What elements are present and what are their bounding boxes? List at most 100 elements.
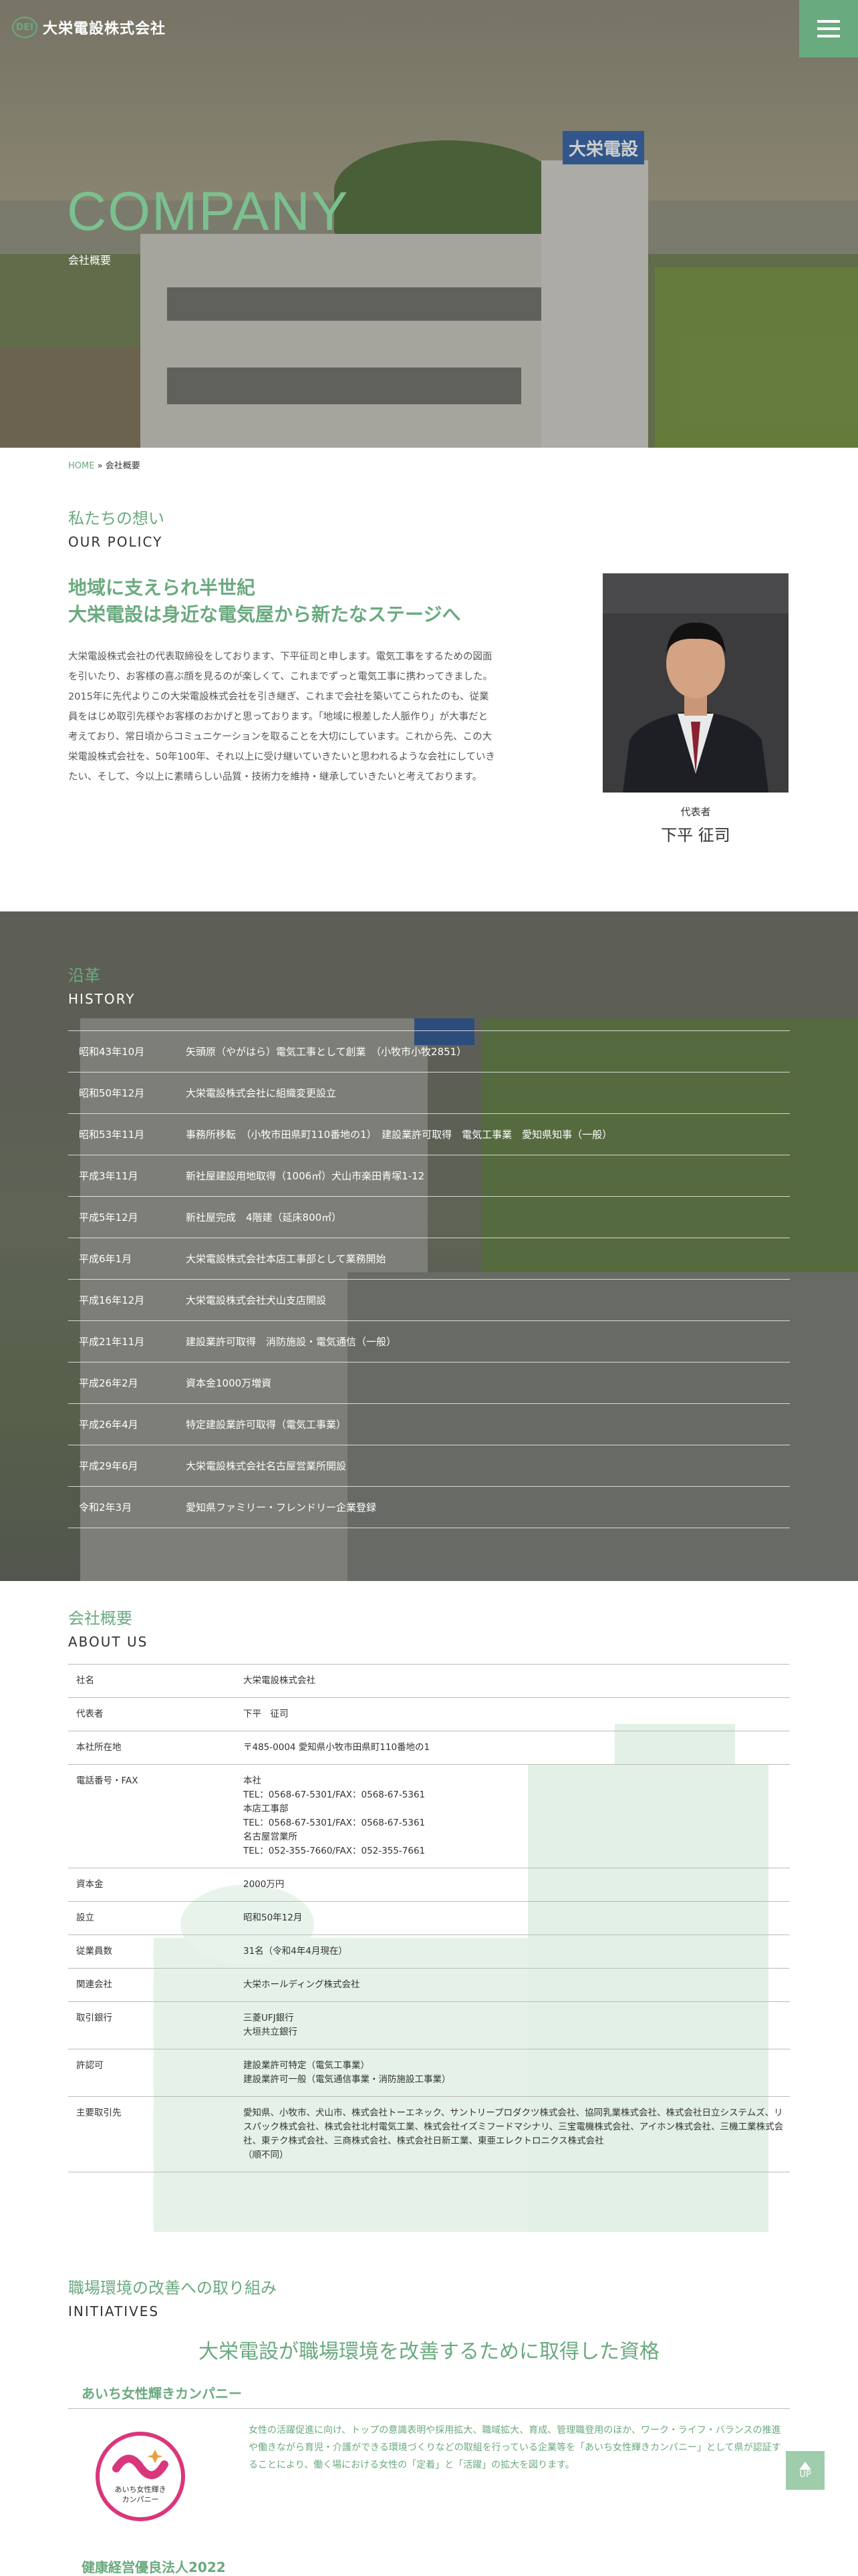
about-row: 設立 昭和50年12月 xyxy=(68,1901,790,1935)
history-event: 資本金1000万増資 xyxy=(186,1377,272,1389)
breadcrumb-current: 会社概要 xyxy=(105,461,140,471)
about-label: 設立 xyxy=(76,1912,94,1923)
about-heading: 会社概要 ABOUT US xyxy=(68,1605,148,1650)
about-row: 主要取引先 愛知県、小牧市、犬山市、株式会社トーエネック、サントリープロダクツ株式… xyxy=(68,2096,790,2172)
about-row: 本社所在地 〒485-0004 愛知県小牧市田県町110番地の1 xyxy=(68,1731,790,1764)
history-date: 昭和43年10月 xyxy=(79,1046,145,1058)
about-table: 社名 大栄電設株式会社代表者 下平 征司本社所在地 〒485-0004 愛知県小牧市田… xyxy=(68,1664,790,2172)
history-event: 大栄電設株式会社犬山支店開設 xyxy=(186,1294,327,1306)
history-event: 矢頭原（やがはら）電気工事として創業 （小牧市小牧2851） xyxy=(186,1046,467,1058)
history-event: 愛知県ファミリー・フレンドリー企業登録 xyxy=(186,1501,377,1514)
initiatives-heading: 職場環境の改善への取り組み INITIATIVES xyxy=(68,2275,277,2319)
about-value: 本社 TEL：0568-67-5301/FAX：0568-67-5361 本店工… xyxy=(243,1775,426,1856)
representative-name: 下平 征司 xyxy=(661,826,730,845)
history-row: 昭和50年12月 大栄電設株式会社に組織変更設立 xyxy=(68,1072,790,1113)
arrow-up-icon xyxy=(799,2461,811,2470)
history-title-en: HISTORY xyxy=(68,991,136,1007)
history-date: 平成6年1月 xyxy=(79,1253,132,1265)
about-label: 許認可 xyxy=(76,2060,104,2071)
aichi-description: 女性の活躍促進に向け、トップの意識表明や採用拡大、職域拡大、育成、管理職登用のほ… xyxy=(249,2425,781,2470)
about-value: 下平 征司 xyxy=(243,1709,289,1719)
site-logo[interactable]: DEI 大栄電設株式会社 xyxy=(12,16,166,39)
history-date: 昭和53年11月 xyxy=(79,1129,145,1141)
about-value: 大栄電設株式会社 xyxy=(243,1675,315,1686)
aichi-logo-text: あいち女性輝き xyxy=(114,2485,166,2494)
history-row: 平成16年12月 大栄電設株式会社犬山支店開設 xyxy=(68,1279,790,1320)
about-row: 代表者 下平 征司 xyxy=(68,1697,790,1731)
history-row: 平成26年2月 資本金1000万増資 xyxy=(68,1362,790,1403)
scroll-up-button[interactable]: UP xyxy=(786,2451,825,2490)
history-date: 令和2年3月 xyxy=(79,1501,132,1514)
about-label: 主要取引先 xyxy=(76,2108,122,2118)
about-value: 2000万円 xyxy=(243,1879,285,1890)
about-value: 大栄ホールディング株式会社 xyxy=(243,1979,360,1990)
about-row: 社名 大栄電設株式会社 xyxy=(68,1664,790,1697)
history-date: 平成5年12月 xyxy=(79,1211,138,1224)
history-date: 昭和50年12月 xyxy=(79,1087,145,1099)
breadcrumb-separator: » xyxy=(97,461,103,471)
about-value: 昭和50年12月 xyxy=(243,1912,303,1923)
policy-body: 大栄電設株式会社の代表取締役をしております、下平征司と申します。電気工事をするた… xyxy=(68,652,496,782)
about-value: 三菱UFJ銀行 大垣共立銀行 xyxy=(243,2013,297,2037)
about-value: 愛知県、小牧市、犬山市、株式会社トーエネック、サントリープロダクツ株式会社、協同… xyxy=(243,2108,784,2160)
about-label: 資本金 xyxy=(76,1879,104,1890)
history-date: 平成26年4月 xyxy=(79,1419,138,1431)
policy-title-ja: 私たちの想い xyxy=(68,509,164,528)
about-row: 関連会社 大栄ホールディング株式会社 xyxy=(68,1968,790,2001)
history-date: 平成16年12月 xyxy=(79,1294,145,1306)
history-date: 平成3年11月 xyxy=(79,1170,138,1182)
about-label: 本社所在地 xyxy=(76,1742,122,1753)
representative-photo xyxy=(603,573,789,793)
logo-mark: DEI xyxy=(12,17,37,38)
history-row: 平成6年1月 大栄電設株式会社本店工事部として業務開始 xyxy=(68,1238,790,1279)
history-row: 令和2年3月 愛知県ファミリー・フレンドリー企業登録 xyxy=(68,1486,790,1528)
about-label: 取引銀行 xyxy=(76,2013,112,2023)
history-table: 昭和43年10月 矢頭原（やがはら）電気工事として創業 （小牧市小牧2851） 昭和… xyxy=(68,1030,790,1528)
history-title-ja: 沿革 xyxy=(68,966,100,985)
about-row: 資本金 2000万円 xyxy=(68,1868,790,1901)
company-name: 大栄電設株式会社 xyxy=(43,21,166,37)
history-row: 平成21年11月 建設業許可取得 消防施設・電気通信（一般） xyxy=(68,1320,790,1362)
policy-title-en: OUR POLICY xyxy=(68,534,163,550)
aichi-title: あいち女性輝きカンパニー xyxy=(82,2386,242,2402)
policy-lead: 地域に支えられ半世紀 大栄電設は身近な電気屋から新たなステージへ xyxy=(68,577,461,625)
initiatives-subheading: 大栄電設が職場環境を改善するために取得した資格 xyxy=(198,2340,660,2364)
about-value: 〒485-0004 愛知県小牧市田県町110番地の1 xyxy=(243,1742,430,1753)
breadcrumb-home-link[interactable]: HOME xyxy=(68,461,94,471)
policy-heading: 私たちの想い OUR POLICY xyxy=(68,505,164,550)
about-value: 31名（令和4年4月現在） xyxy=(243,1946,347,1957)
hero-subtitle: 会社概要 xyxy=(68,254,112,267)
about-label: 電話番号・FAX xyxy=(76,1775,138,1786)
about-label: 従業員数 xyxy=(76,1946,112,1957)
about-row: 許認可 建設業許可特定（電気工事業） 建設業許可一般（電気通信事業・消防施設工事業… xyxy=(68,2049,790,2096)
history-section: 沿革 HISTORY 昭和43年10月 矢頭原（やがはら）電気工事として創業 （小… xyxy=(0,911,858,1581)
history-event: 大栄電設株式会社名古屋営業所開設 xyxy=(186,1460,347,1472)
about-label: 代表者 xyxy=(76,1709,104,1719)
divider xyxy=(68,2408,790,2409)
history-row: 平成5年12月 新社屋完成 4階建（延床800㎡） xyxy=(68,1196,790,1238)
history-event: 新社屋完成 4階建（延床800㎡） xyxy=(186,1211,342,1224)
hero-banner: 大栄電設 DEI 大栄電設株式会社 COMPANY 会社概要 xyxy=(0,0,858,448)
history-row: 平成29年6月 大栄電設株式会社名古屋営業所開設 xyxy=(68,1445,790,1486)
about-title-en: ABOUT US xyxy=(68,1634,148,1650)
history-date: 平成21年11月 xyxy=(79,1336,145,1348)
about-row: 電話番号・FAX 本社 TEL：0568-67-5301/FAX：0568-67-… xyxy=(68,1764,790,1868)
hero-title: COMPANY xyxy=(67,181,349,242)
about-row: 従業員数 31名（令和4年4月現在） xyxy=(68,1935,790,1968)
history-date: 平成29年6月 xyxy=(79,1460,138,1472)
history-event: 事務所移転 （小牧市田県町110番地の1） 建設業許可取得 電気工事業 愛知県知… xyxy=(186,1129,613,1141)
health-title: 健康経営優良法人2022 xyxy=(82,2559,226,2575)
history-event: 大栄電設株式会社本店工事部として業務開始 xyxy=(186,1253,386,1265)
photo-caption: 代表者 xyxy=(680,806,711,818)
history-row: 昭和53年11月 事務所移転 （小牧市田県町110番地の1） 建設業許可取得 電気… xyxy=(68,1113,790,1155)
breadcrumb: HOME » 会社概要 xyxy=(68,458,140,471)
menu-button[interactable] xyxy=(799,0,858,57)
history-date: 平成26年2月 xyxy=(79,1377,138,1389)
history-event: 大栄電設株式会社に組織変更設立 xyxy=(186,1087,337,1099)
about-title-ja: 会社概要 xyxy=(68,1609,132,1628)
initiatives-title-ja: 職場環境の改善への取り組み xyxy=(68,2279,277,2297)
about-value: 建設業許可特定（電気工事業） 建設業許可一般（電気通信事業・消防施設工事業） xyxy=(243,2060,451,2085)
about-label: 社名 xyxy=(76,1675,94,1686)
history-row: 平成26年4月 特定建設業許可取得（電気工事業） xyxy=(68,1403,790,1445)
history-event: 特定建設業許可取得（電気工事業） xyxy=(186,1419,347,1431)
